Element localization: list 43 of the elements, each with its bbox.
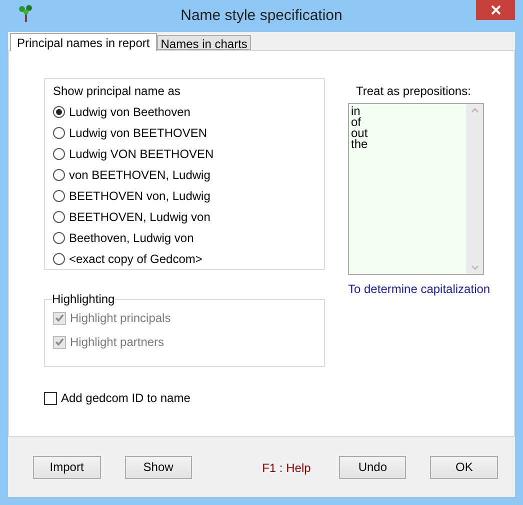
check-icon: [55, 314, 64, 322]
list-item: the: [351, 139, 369, 150]
radio-label: Ludwig von BEETHOVEN: [69, 126, 208, 140]
list-item: out: [351, 128, 369, 139]
radio-label: BEETHOVEN, Ludwig von: [69, 210, 210, 224]
close-button[interactable]: [476, 0, 515, 20]
tab[interactable]: Names in charts: [156, 35, 252, 50]
window-title: Name style specification: [180, 7, 344, 24]
radio-button[interactable]: [53, 210, 65, 223]
radio-button[interactable]: [53, 252, 65, 265]
radio-label: BEETHOVEN von, Ludwig: [69, 188, 210, 203]
checkbox[interactable]: [44, 392, 57, 404]
field-label: Treat as prepositions:: [356, 84, 472, 100]
list-item: in: [351, 106, 360, 117]
dialog-button[interactable]: Undo: [338, 456, 406, 478]
check-icon: [55, 338, 64, 346]
radio-label: von BEETHOVEN, Ludwig: [69, 168, 210, 182]
dialog-button[interactable]: Show: [124, 456, 192, 478]
dialog-button[interactable]: Import: [33, 456, 101, 478]
radio-button[interactable]: [53, 106, 65, 118]
scrollbar[interactable]: [466, 104, 483, 274]
checkbox-label: Highlight principals: [70, 311, 171, 325]
help-hint: F1 : Help: [261, 461, 312, 475]
close-icon: [490, 5, 500, 15]
radio-button[interactable]: [53, 169, 65, 182]
prepositions-list[interactable]: in of out the: [348, 103, 484, 275]
radio-label: Ludwig von Beethoven: [69, 105, 190, 120]
tab[interactable]: Principal names in report: [10, 33, 157, 51]
list-item: of: [351, 117, 362, 128]
radio-label: Ludwig VON BEETHOVEN: [69, 147, 214, 162]
radio-label: <exact copy of Gedcom>: [69, 252, 202, 266]
radio-button[interactable]: [53, 190, 65, 202]
radio-button[interactable]: [53, 127, 65, 140]
checkbox-label: Highlight partners: [70, 335, 164, 349]
dialog-button[interactable]: OK: [430, 456, 498, 478]
radio-label: Beethoven, Ludwig von: [69, 230, 194, 245]
group-title: Show principal name as: [53, 84, 182, 98]
hint-text: To determine capitalization: [348, 282, 490, 296]
radio-button[interactable]: [53, 148, 65, 160]
radio-button[interactable]: [53, 232, 65, 244]
group-title: Highlighting: [52, 292, 115, 306]
tree-icon: [18, 4, 34, 22]
checkbox-label: Add gedcom ID to name: [61, 391, 190, 405]
